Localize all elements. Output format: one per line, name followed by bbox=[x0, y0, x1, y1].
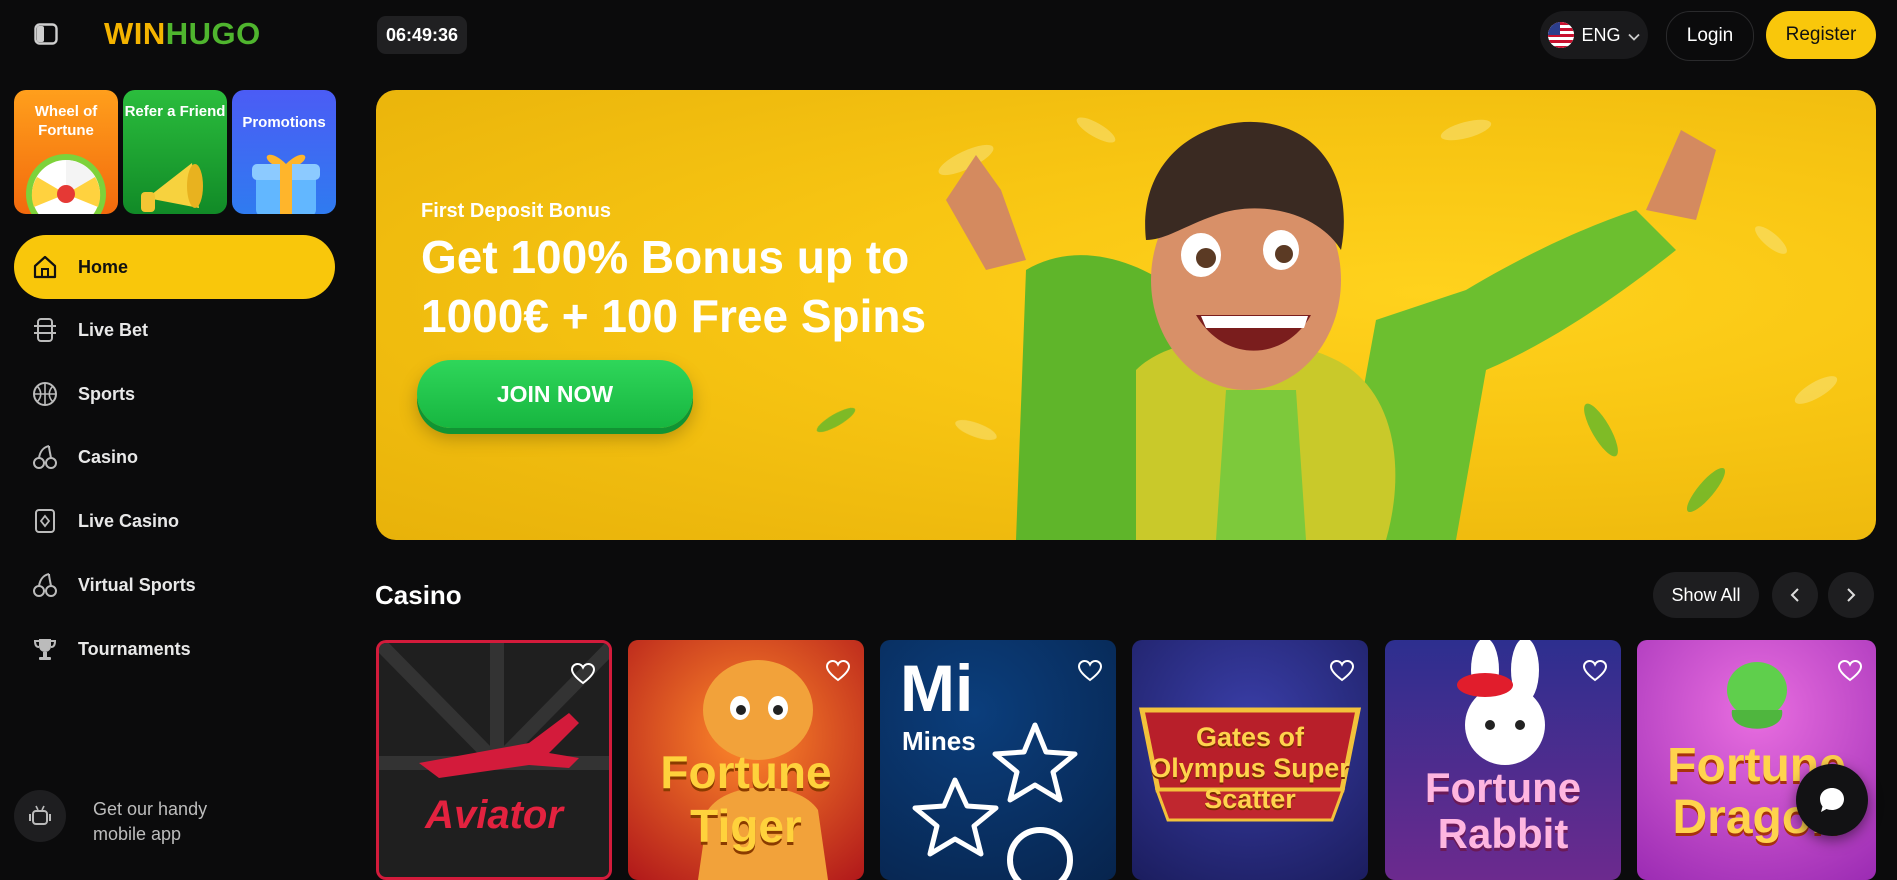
nav-home[interactable]: Home bbox=[14, 235, 335, 299]
promo-label: Wheel of Fortune bbox=[34, 103, 98, 139]
logo-win: WIN bbox=[104, 16, 166, 51]
promo-promotions[interactable]: Promotions bbox=[232, 90, 336, 214]
promo-label: Promotions bbox=[242, 114, 326, 131]
chevron-right-icon bbox=[1847, 588, 1856, 602]
chat-button[interactable] bbox=[1796, 764, 1868, 836]
us-flag-icon bbox=[1548, 22, 1575, 48]
game-card-aviator[interactable]: Aviator bbox=[376, 640, 612, 880]
nav-label: Tournaments bbox=[78, 638, 191, 659]
heart-icon[interactable] bbox=[1078, 660, 1102, 682]
game-title: Fortune Rabbit bbox=[1424, 764, 1582, 857]
nav-live-casino[interactable]: Live Casino bbox=[14, 489, 335, 553]
mobile-app-link[interactable]: Get our handy mobile app bbox=[93, 797, 243, 847]
chat-bubble-icon bbox=[1820, 788, 1844, 812]
show-all-button[interactable]: Show All bbox=[1653, 572, 1759, 618]
banner-subtitle: First Deposit Bonus bbox=[421, 200, 612, 222]
heart-icon[interactable] bbox=[571, 663, 595, 685]
game-card-fortune-dragon[interactable]: Fortune Dragon bbox=[1637, 640, 1876, 880]
register-button[interactable]: Register bbox=[1766, 11, 1876, 59]
hero-banner[interactable]: First Deposit Bonus Get 100% Bonus up to… bbox=[376, 90, 1876, 540]
megaphone-icon bbox=[141, 163, 203, 212]
nav-label: Live Bet bbox=[78, 319, 149, 340]
join-now-button[interactable]: JOIN NOW bbox=[417, 360, 693, 428]
game-card-mines[interactable]: Mi Mines bbox=[880, 640, 1116, 880]
nav-virtual-sports[interactable]: Virtual Sports bbox=[14, 553, 335, 617]
home-icon bbox=[32, 254, 58, 280]
banner-character bbox=[946, 121, 1716, 540]
clock: 06:49:36 bbox=[377, 16, 468, 54]
wheel-icon bbox=[26, 154, 106, 214]
nav-tournaments[interactable]: Tournaments bbox=[14, 617, 335, 681]
game-title: Gates of Olympus Super Scatter bbox=[1150, 722, 1350, 814]
nav-sports[interactable]: Sports bbox=[14, 362, 335, 426]
cherry-icon bbox=[32, 572, 58, 598]
nav-label: Sports bbox=[78, 383, 136, 404]
nav-label: Virtual Sports bbox=[78, 574, 196, 595]
card-icon bbox=[32, 508, 58, 534]
language-selector[interactable]: ENG bbox=[1540, 11, 1648, 59]
game-card-fortune-tiger[interactable]: Fortune Tiger bbox=[628, 640, 864, 880]
cherry-icon bbox=[32, 444, 58, 470]
heart-icon[interactable] bbox=[1330, 660, 1354, 682]
promo-wheel-of-fortune[interactable]: Wheel of Fortune bbox=[14, 90, 118, 214]
gift-icon bbox=[252, 154, 320, 214]
language-label: ENG bbox=[1581, 24, 1621, 45]
login-button[interactable]: Login bbox=[1666, 11, 1754, 61]
heart-icon[interactable] bbox=[826, 660, 850, 682]
android-icon[interactable] bbox=[14, 790, 66, 842]
game-card-fortune-rabbit[interactable]: Fortune Rabbit bbox=[1385, 640, 1621, 880]
nav-casino[interactable]: Casino bbox=[14, 425, 335, 489]
banner-title: Get 100% Bonus up to 1000€ + 100 Free Sp… bbox=[421, 231, 927, 342]
nav-live-bet[interactable]: Live Bet bbox=[14, 298, 335, 362]
heart-icon[interactable] bbox=[1583, 660, 1607, 682]
scroll-left-button[interactable] bbox=[1772, 572, 1818, 618]
nav-label: Live Casino bbox=[78, 510, 180, 531]
nav-label: Home bbox=[78, 256, 129, 277]
logo-hugo: HUGO bbox=[165, 16, 261, 51]
promo-refer-a-friend[interactable]: Refer a Friend bbox=[123, 90, 227, 214]
basketball-icon bbox=[32, 381, 58, 407]
game-title: Aviator bbox=[425, 793, 563, 837]
sidebar-toggle-icon[interactable] bbox=[34, 23, 58, 45]
scroll-right-button[interactable] bbox=[1828, 572, 1874, 618]
game-title: Fortune Tiger bbox=[660, 746, 832, 852]
chevron-left-icon bbox=[1790, 588, 1799, 602]
heart-icon[interactable] bbox=[1838, 660, 1862, 682]
casino-section-title: Casino bbox=[375, 580, 462, 610]
trophy-icon bbox=[32, 636, 58, 662]
chevron-down-icon bbox=[1627, 25, 1640, 46]
site-logo[interactable]: WINHUGO bbox=[104, 16, 261, 52]
nav-label: Casino bbox=[78, 446, 139, 467]
promo-label: Refer a Friend bbox=[124, 103, 226, 120]
game-card-gates-of-olympus[interactable]: Gates of Olympus Super Scatter bbox=[1132, 640, 1368, 880]
live-bet-icon bbox=[32, 317, 58, 343]
